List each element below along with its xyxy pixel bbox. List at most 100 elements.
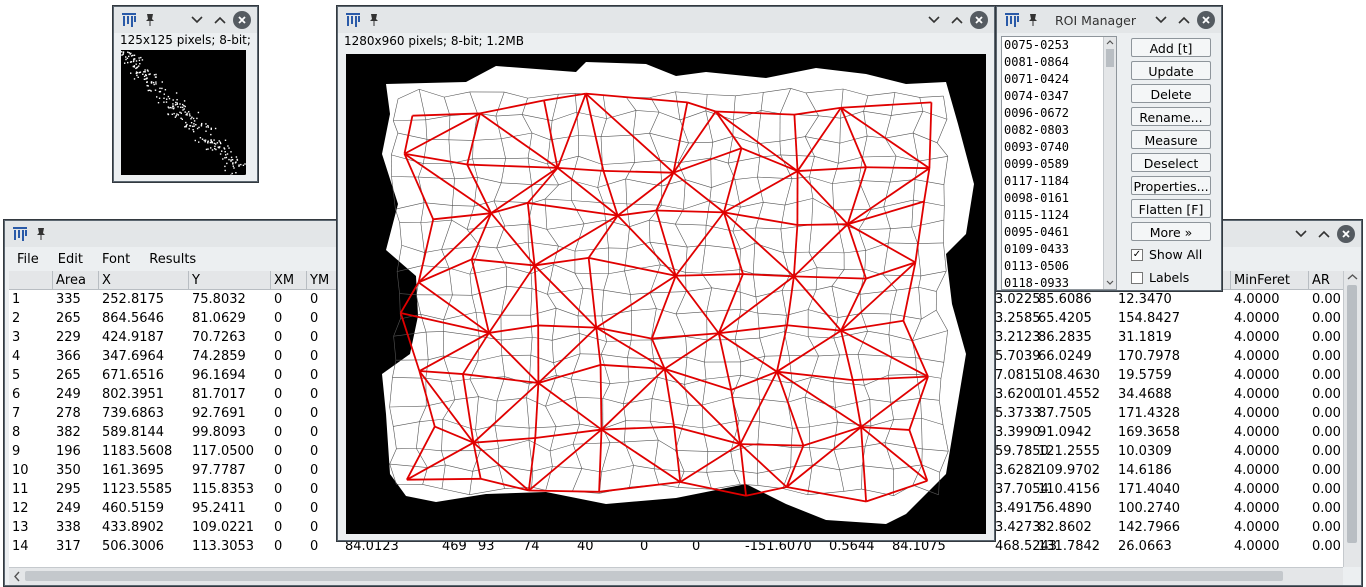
image-pixel bbox=[240, 163, 242, 166]
vertical-scrollbar[interactable] bbox=[1343, 271, 1361, 567]
maximize-icon[interactable] bbox=[1174, 10, 1194, 30]
pin-icon[interactable] bbox=[368, 13, 380, 27]
minimize-icon[interactable] bbox=[1291, 224, 1311, 244]
minimize-icon[interactable] bbox=[187, 10, 207, 30]
image-pixel bbox=[224, 169, 226, 172]
menu-results[interactable]: Results bbox=[137, 252, 196, 267]
table-cell: 7 bbox=[12, 406, 21, 421]
image-pixel bbox=[156, 96, 158, 98]
close-icon[interactable] bbox=[970, 11, 988, 29]
maximize-icon[interactable] bbox=[210, 10, 230, 30]
roi-rename-button[interactable]: Rename... bbox=[1131, 107, 1211, 126]
roi-manager-titlebar[interactable]: ROI Manager bbox=[997, 7, 1221, 33]
roi-measure-button[interactable]: Measure bbox=[1131, 130, 1211, 149]
roi-properties-button[interactable]: Properties... bbox=[1131, 176, 1211, 195]
table-row-partial bbox=[9, 556, 1343, 567]
image-pixel bbox=[214, 145, 216, 147]
roi-list-item[interactable]: 0081-0864 bbox=[1002, 54, 1116, 71]
roi-list-item[interactable]: 0095-0461 bbox=[1002, 224, 1116, 241]
scroll-thumb[interactable] bbox=[1347, 285, 1357, 543]
table-cell: 265 bbox=[56, 368, 81, 383]
image-pixel bbox=[124, 62, 126, 64]
menu-edit[interactable]: Edit bbox=[46, 252, 83, 267]
hscroll-thumb[interactable] bbox=[25, 571, 1283, 581]
roi-list-item[interactable]: 0099-0589 bbox=[1002, 156, 1116, 173]
table-cell: 101.4552 bbox=[1038, 387, 1101, 402]
table-cell: 31.1819 bbox=[1118, 330, 1172, 345]
image-pixel bbox=[141, 59, 144, 61]
column-header[interactable]: AR bbox=[1309, 271, 1343, 290]
roi-update-button[interactable]: Update bbox=[1131, 61, 1211, 80]
close-icon[interactable] bbox=[233, 11, 251, 29]
menu-font[interactable]: Font bbox=[90, 252, 130, 267]
roi-list-item[interactable]: 0113-0506 bbox=[1002, 258, 1116, 275]
close-icon[interactable] bbox=[1197, 11, 1215, 29]
roi-flatten-button[interactable]: Flatten [F] bbox=[1131, 199, 1211, 218]
roi-list-item[interactable]: 0109-0433 bbox=[1002, 241, 1116, 258]
column-header[interactable]: Area bbox=[53, 271, 99, 290]
image-pixel bbox=[218, 147, 220, 149]
roi-list-item[interactable]: 0098-0161 bbox=[1002, 190, 1116, 207]
main-image-canvas[interactable] bbox=[346, 54, 986, 534]
column-header[interactable]: MinFeret bbox=[1231, 271, 1309, 290]
menu-file[interactable]: File bbox=[5, 252, 39, 267]
horizontal-scrollbar[interactable] bbox=[9, 567, 1343, 585]
small-image-canvas[interactable] bbox=[118, 45, 249, 181]
roi-list-item[interactable]: 0071-0424 bbox=[1002, 71, 1116, 88]
image-pixel bbox=[133, 65, 136, 67]
roi-list-item[interactable]: 0075-0253 bbox=[1002, 37, 1116, 54]
image-pixel bbox=[215, 143, 217, 145]
image-pixel bbox=[173, 112, 175, 115]
close-icon[interactable] bbox=[1337, 225, 1355, 243]
minimize-icon[interactable] bbox=[924, 10, 944, 30]
pin-icon[interactable] bbox=[1027, 13, 1039, 27]
image-pixel bbox=[235, 161, 237, 163]
roi-list-item[interactable]: 0118-0933 bbox=[1002, 275, 1116, 289]
column-header[interactable]: XM bbox=[271, 271, 307, 290]
roi-scroll-thumb[interactable] bbox=[1106, 49, 1114, 67]
image-pixel bbox=[204, 141, 206, 143]
roi-list-scrollbar[interactable] bbox=[1103, 37, 1116, 289]
maximize-icon[interactable] bbox=[947, 10, 967, 30]
roi-add-button[interactable]: Add [t] bbox=[1131, 38, 1211, 57]
small-image-titlebar[interactable] bbox=[114, 7, 257, 33]
roi-list-item[interactable]: 0096-0672 bbox=[1002, 105, 1116, 122]
image-pixel bbox=[189, 125, 192, 127]
image-pixel bbox=[163, 101, 165, 103]
image-pixel bbox=[130, 72, 132, 74]
image-pixel bbox=[228, 147, 230, 149]
image-pixel bbox=[236, 159, 239, 161]
table-cell: 4 bbox=[12, 349, 21, 364]
roi-list-item[interactable]: 0093-0740 bbox=[1002, 139, 1116, 156]
image-pixel bbox=[180, 117, 182, 119]
image-pixel bbox=[188, 111, 190, 113]
roi-more-button[interactable]: More » bbox=[1131, 222, 1211, 241]
pin-icon[interactable] bbox=[144, 13, 156, 27]
table-cell: 265 bbox=[56, 311, 81, 326]
roi-deselect-button[interactable]: Deselect bbox=[1131, 153, 1211, 172]
table-cell: 4.0000 bbox=[1234, 482, 1280, 497]
cell-edge bbox=[396, 271, 400, 294]
maximize-icon[interactable] bbox=[1314, 224, 1334, 244]
column-header[interactable] bbox=[9, 271, 53, 290]
show-all-checkbox[interactable]: ✓ Show All bbox=[1131, 247, 1202, 262]
roi-list-item[interactable]: 0117-1184 bbox=[1002, 173, 1116, 190]
image-pixel bbox=[177, 114, 179, 116]
table-cell: 0.00 bbox=[1312, 311, 1341, 326]
roi-list-item[interactable]: 0115-1124 bbox=[1002, 207, 1116, 224]
column-header[interactable]: Y bbox=[189, 271, 271, 290]
minimize-icon[interactable] bbox=[1151, 10, 1171, 30]
roi-list-item[interactable]: 0074-0347 bbox=[1002, 88, 1116, 105]
labels-checkbox[interactable]: Labels bbox=[1131, 270, 1189, 285]
pin-icon[interactable] bbox=[35, 227, 47, 241]
image-pixel bbox=[137, 76, 139, 78]
column-header[interactable]: X bbox=[99, 271, 189, 290]
roi-list-item[interactable]: 0082-0803 bbox=[1002, 122, 1116, 139]
main-image-titlebar[interactable] bbox=[338, 7, 994, 33]
table-cell: 4.0000 bbox=[1234, 444, 1280, 459]
image-pixel bbox=[168, 97, 171, 100]
roi-list[interactable]: 0075-0253 0081-0864 0071-0424 0074-0347 0096… bbox=[1001, 36, 1117, 290]
image-pixel bbox=[218, 140, 220, 142]
roi-manager-window: ROI Manager 0075-0253 0081-0864 0071-0424 0… bbox=[996, 6, 1222, 291]
roi-delete-button[interactable]: Delete bbox=[1131, 84, 1211, 103]
